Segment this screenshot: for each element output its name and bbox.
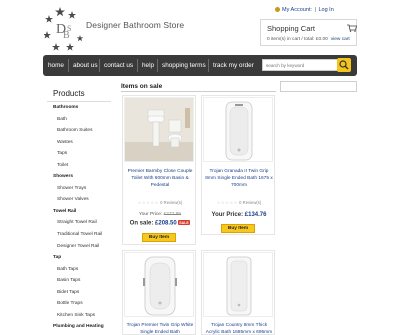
product-rating: ☆☆☆☆☆ 0 Review(s) bbox=[125, 200, 195, 205]
price-value: £134.76 bbox=[244, 212, 267, 218]
product-card: Premier Barmby Close Couple Toilet With … bbox=[122, 95, 196, 245]
sidebar-category[interactable]: Tap bbox=[53, 252, 113, 264]
account-links: My Account: | Log In bbox=[275, 7, 334, 13]
svg-text:S: S bbox=[67, 24, 71, 33]
product-name[interactable]: Premier Barmby Close Couple Toilet With … bbox=[125, 168, 195, 189]
sidebar-category[interactable]: Showers bbox=[53, 171, 113, 183]
sidebar-category[interactable]: Towel Rail bbox=[53, 206, 113, 218]
sidebar-subcategory[interactable]: Taps bbox=[53, 148, 113, 160]
product-price: On sale: £208.50 SALE bbox=[125, 220, 195, 227]
sidebar-subcategory[interactable]: Shower Trays bbox=[53, 183, 113, 195]
sidebar-subcategory[interactable]: Shower Valves bbox=[53, 194, 113, 206]
search-icon bbox=[339, 60, 349, 70]
product-card: Trojan Granada II Twin Grip 8mm Single E… bbox=[201, 95, 275, 235]
sidebar-subcategory[interactable]: Bathroom Suites bbox=[53, 125, 113, 137]
nav-contact-us[interactable]: contact us bbox=[101, 55, 136, 76]
nav-shopping-terms[interactable]: shopping terms bbox=[159, 55, 209, 76]
nav-divider bbox=[68, 59, 69, 72]
old-price-label: Your Price: bbox=[139, 212, 163, 217]
old-price-value: £277.99 bbox=[163, 212, 181, 217]
sidebar-subcategory[interactable]: Basin Taps bbox=[53, 275, 113, 287]
sidebar-subcategory[interactable]: Bottle Traps bbox=[53, 298, 113, 310]
cart-icon bbox=[347, 24, 357, 32]
search-box bbox=[262, 59, 339, 71]
sidebar-title: Products bbox=[53, 89, 85, 98]
sidebar-category[interactable]: Bathrooms bbox=[53, 102, 113, 114]
product-name[interactable]: Trojan Country 8mm Thick Acrylic Bath 16… bbox=[204, 322, 274, 335]
sidebar-subcategory[interactable]: Designer Towel Rail bbox=[53, 241, 113, 253]
nav-divider bbox=[137, 59, 138, 72]
section-title: Items on sale bbox=[121, 81, 276, 92]
shopping-cart-box: Shopping Cart 0 item(s) in cart / total:… bbox=[260, 19, 357, 46]
sidebar-subcategory[interactable]: Wastes bbox=[53, 137, 113, 149]
nav-divider bbox=[99, 59, 100, 72]
product-name[interactable]: Trojan Granada II Twin Grip 8mm Single E… bbox=[204, 168, 274, 189]
logo-stars-icon: D B S bbox=[43, 7, 84, 51]
category-sidebar: Products Bathrooms Bath Bathroom Suites Was… bbox=[43, 81, 115, 335]
login-link[interactable]: Log In bbox=[318, 7, 333, 13]
sidebar-category[interactable]: Plumbing and Heating bbox=[53, 321, 113, 333]
category-list: Bathrooms Bath Bathroom Suites Wastes Taps To… bbox=[53, 102, 113, 335]
product-name[interactable]: Trojan Premier Twin Grip White Single En… bbox=[125, 322, 195, 335]
sale-badge: SALE bbox=[177, 220, 191, 225]
price-label: On sale: bbox=[129, 220, 154, 227]
search-input[interactable] bbox=[263, 60, 338, 70]
nav-help[interactable]: help bbox=[139, 55, 157, 76]
nav-track-order[interactable]: track my order bbox=[210, 55, 257, 76]
nav-home[interactable]: home bbox=[45, 55, 67, 76]
bath-image bbox=[204, 253, 272, 316]
sidebar-subcategory[interactable]: Bath Taps bbox=[53, 264, 113, 276]
review-count: 0 Review(s) bbox=[160, 200, 183, 205]
product-old-price: Your Price: £277.99 bbox=[125, 212, 195, 217]
product-price: Your Price: £134.76 bbox=[204, 212, 274, 218]
cart-summary-line: 0 item(s) in cart / total: £0.00 view car… bbox=[267, 37, 350, 42]
product-card: Trojan Premier Twin Grip White Single En… bbox=[122, 250, 196, 335]
product-card: Trojan Country 8mm Thick Acrylic Bath 16… bbox=[201, 250, 275, 335]
product-image[interactable] bbox=[203, 97, 273, 162]
my-account-link[interactable]: My Account: bbox=[282, 7, 312, 13]
view-cart-link[interactable]: view cart bbox=[331, 37, 350, 42]
store-name: Designer Bathroom Store bbox=[86, 20, 185, 30]
bath-image bbox=[204, 98, 272, 161]
review-count: 0 Review(s) bbox=[239, 200, 262, 205]
rating-stars-icon: ☆☆☆☆☆ bbox=[216, 200, 238, 205]
price-value: £208.50 bbox=[155, 220, 177, 227]
cart-title: Shopping Cart bbox=[267, 24, 315, 33]
product-image[interactable] bbox=[203, 252, 273, 317]
product-rating: ☆☆☆☆☆ 0 Review(s) bbox=[204, 200, 274, 205]
bath-image bbox=[125, 253, 193, 316]
sidebar-subcategory[interactable]: Kitchen Sink Taps bbox=[53, 310, 113, 322]
user-icon bbox=[275, 7, 280, 12]
nav-divider bbox=[208, 59, 209, 72]
sidebar-subcategory[interactable]: Bidet Taps bbox=[53, 287, 113, 299]
rating-stars-icon: ☆☆☆☆☆ bbox=[137, 200, 159, 205]
side-panel-box bbox=[280, 81, 357, 92]
product-image[interactable] bbox=[124, 252, 194, 317]
product-image[interactable] bbox=[124, 97, 194, 162]
buy-item-button[interactable]: Buy Item bbox=[142, 233, 176, 242]
nav-about-us[interactable]: about us bbox=[70, 55, 101, 76]
cart-summary: 0 item(s) in cart / total: £0.00 bbox=[267, 37, 328, 42]
sidebar-subcategory[interactable]: Toilet bbox=[53, 160, 113, 172]
nav-divider bbox=[157, 59, 158, 72]
search-button[interactable] bbox=[337, 58, 351, 72]
sidebar-subcategory[interactable]: Bath bbox=[53, 114, 113, 126]
toilet-basin-image bbox=[125, 98, 193, 161]
buy-item-button[interactable]: Buy Item bbox=[221, 224, 255, 233]
price-label: Your Price: bbox=[211, 212, 244, 218]
sidebar-subcategory[interactable]: Straight Towel Rail bbox=[53, 217, 113, 229]
sidebar-subcategory[interactable]: Traditional Towel Rail bbox=[53, 229, 113, 241]
